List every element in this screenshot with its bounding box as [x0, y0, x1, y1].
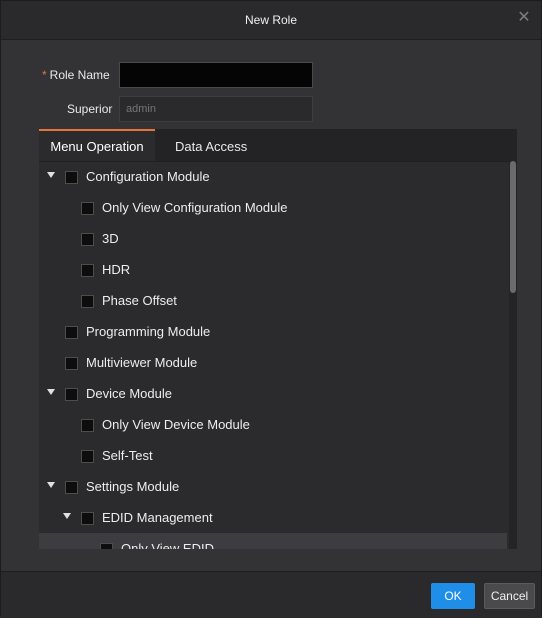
tree-item-label: Device Module: [86, 386, 172, 401]
tree-item-checkbox[interactable]: [65, 357, 78, 370]
tree-item[interactable]: HDR: [39, 254, 507, 285]
scrollbar-thumb[interactable]: [510, 161, 516, 293]
tree-item-checkbox[interactable]: [81, 233, 94, 246]
expand-arrow-icon[interactable]: [47, 389, 55, 395]
tree-item-label: Programming Module: [86, 324, 211, 339]
tree-item[interactable]: Self-Test: [39, 440, 507, 471]
new-role-dialog: New Role ✕ *Role Name Superior Menu Oper…: [0, 0, 542, 618]
tree-item-checkbox[interactable]: [65, 388, 78, 401]
superior-label: Superior: [67, 102, 113, 116]
tree-item-label: 3D: [102, 231, 119, 246]
tree-item-checkbox[interactable]: [65, 326, 78, 339]
tree-item[interactable]: Only View Device Module: [39, 409, 507, 440]
tree-item-label: Only View Device Module: [102, 417, 250, 432]
tree-item-checkbox[interactable]: [81, 202, 94, 215]
permission-tree: Configuration Module Only View Configurat…: [39, 161, 517, 549]
tree-item-label: Only View EDID: [121, 541, 214, 549]
tree-item-label: EDID Management: [102, 510, 213, 525]
expand-arrow-icon[interactable]: [47, 482, 55, 488]
ok-button[interactable]: OK: [431, 583, 475, 609]
tab-data-access[interactable]: Data Access: [175, 129, 247, 161]
tree-item-label: Multiviewer Module: [86, 355, 198, 370]
role-name-row: * Role Name: [1, 62, 542, 88]
dialog-title: New Role: [244, 13, 298, 27]
dialog-titlebar: New Role ✕: [1, 1, 541, 40]
tree-item-label: Settings Module: [86, 479, 180, 494]
tree-item-checkbox[interactable]: [81, 264, 94, 277]
tree-scrollbar[interactable]: [509, 161, 517, 549]
tree-item[interactable]: Device Module: [39, 378, 507, 409]
tree-item-checkbox[interactable]: [81, 512, 94, 525]
close-icon[interactable]: ✕: [515, 9, 533, 27]
expand-arrow-icon[interactable]: [63, 513, 71, 519]
tree-item-label: Configuration Module: [86, 169, 210, 184]
tab-bar: Menu Operation Data Access: [39, 129, 517, 162]
tree-item-checkbox[interactable]: [100, 543, 113, 549]
tree-item[interactable]: Settings Module: [39, 471, 507, 502]
tree-item[interactable]: 3D: [39, 223, 507, 254]
tab-menu-operation[interactable]: Menu Operation: [39, 129, 155, 161]
tree-item[interactable]: Configuration Module: [39, 161, 507, 192]
expand-arrow-icon[interactable]: [47, 172, 55, 178]
role-name-label: * Role Name: [42, 68, 110, 82]
tree-item-label: HDR: [102, 262, 131, 277]
required-marker: *: [42, 68, 47, 82]
tree-item-checkbox[interactable]: [81, 419, 94, 432]
tree-item-checkbox[interactable]: [81, 295, 94, 308]
tree-item[interactable]: Multiviewer Module: [39, 347, 507, 378]
role-name-input[interactable]: [119, 62, 313, 88]
superior-row: Superior: [1, 96, 542, 122]
tree-item-label: Phase Offset: [102, 293, 177, 308]
tree-item[interactable]: Only View EDID: [39, 533, 507, 549]
superior-input: [119, 96, 313, 122]
permissions-panel: Menu Operation Data Access Configuration…: [39, 129, 517, 549]
tree-item-checkbox[interactable]: [81, 450, 94, 463]
tree-item-checkbox[interactable]: [65, 171, 78, 184]
tree-item-label: Self-Test: [102, 448, 153, 463]
tree-item-label: Only View Configuration Module: [102, 200, 288, 215]
tree-item[interactable]: Programming Module: [39, 316, 507, 347]
cancel-button[interactable]: Cancel: [484, 583, 535, 609]
tree-item[interactable]: Phase Offset: [39, 285, 507, 316]
dialog-footer: OK Cancel: [1, 571, 541, 618]
tree-item[interactable]: Only View Configuration Module: [39, 192, 507, 223]
tree-item[interactable]: EDID Management: [39, 502, 507, 533]
tree-item-checkbox[interactable]: [65, 481, 78, 494]
